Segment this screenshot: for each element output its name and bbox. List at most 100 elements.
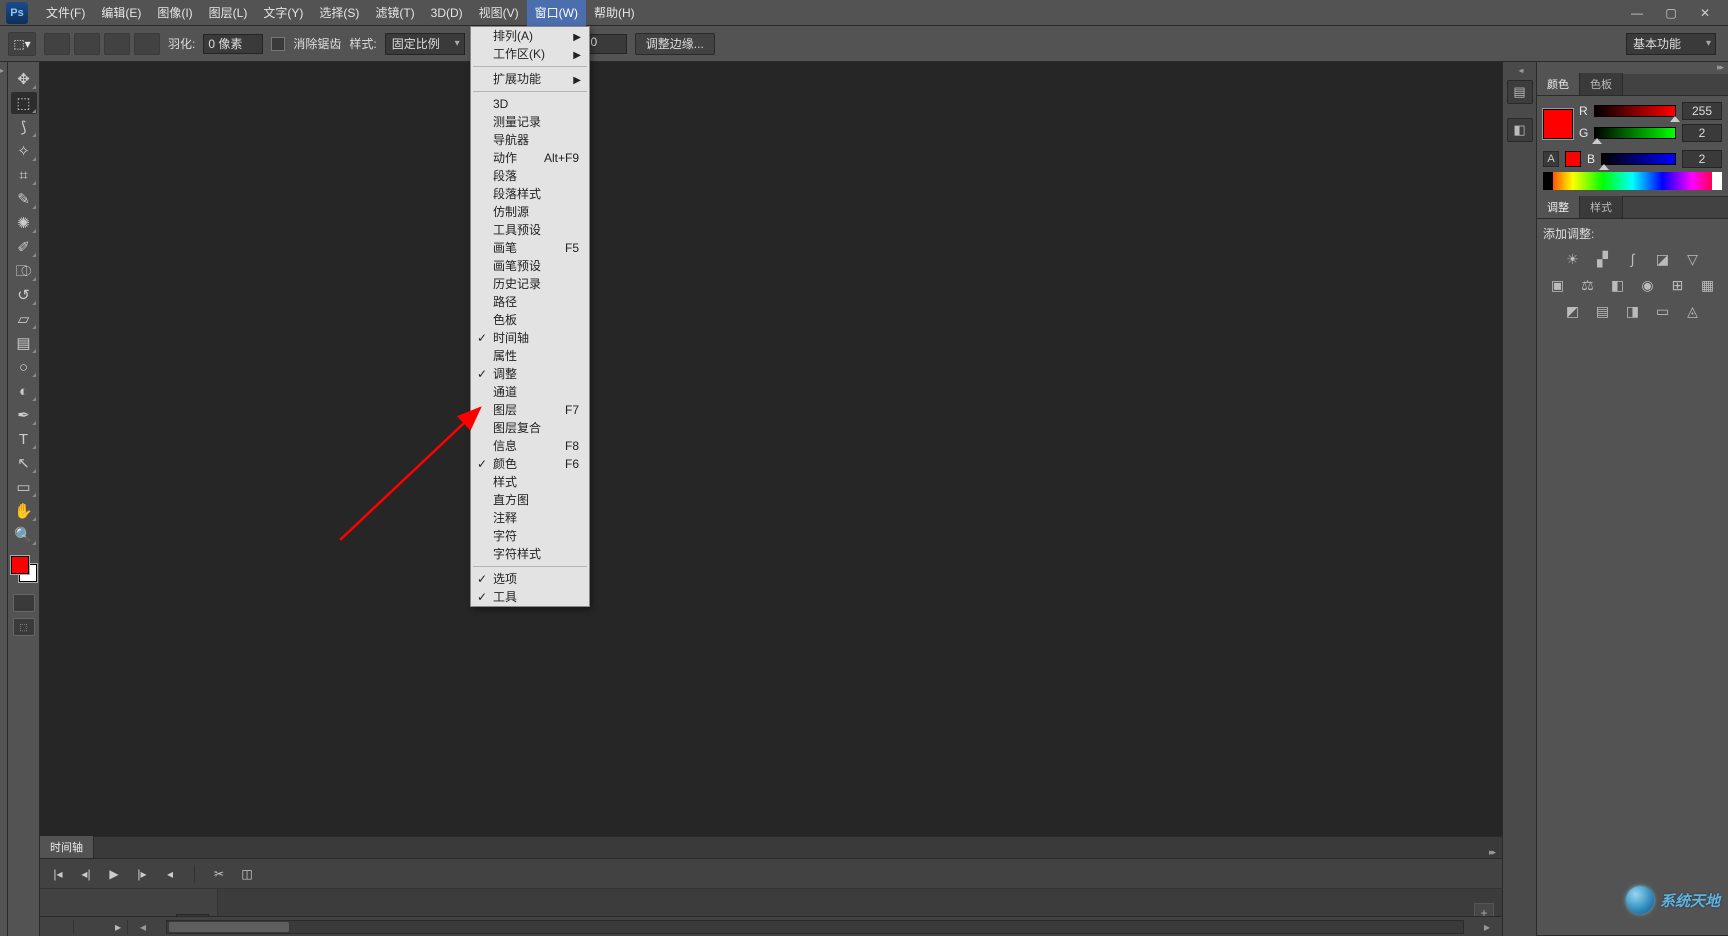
gradient-map-icon[interactable]: ▭	[1653, 302, 1673, 320]
workspace-select[interactable]: 基本功能	[1626, 33, 1716, 55]
curves-icon[interactable]: ∫	[1623, 250, 1643, 268]
crop-tool[interactable]: ⌗	[11, 164, 37, 186]
style-select[interactable]: 固定比例	[385, 33, 465, 55]
menuitem-调整[interactable]: 调整✓	[471, 365, 589, 383]
adjustments-tab[interactable]: 调整	[1537, 196, 1580, 218]
levels-icon[interactable]: ▞	[1593, 250, 1613, 268]
color-spectrum[interactable]	[1543, 172, 1722, 190]
mode-add-button[interactable]	[74, 33, 100, 55]
first-frame-button[interactable]: |◂	[50, 867, 66, 881]
menuitem-信息[interactable]: 信息F8	[471, 437, 589, 455]
menuitem-测量记录[interactable]: 测量记录	[471, 113, 589, 131]
bw-icon[interactable]: ◧	[1608, 276, 1628, 294]
toolbox-collapse-handle[interactable]	[0, 62, 8, 936]
menuitem-路径[interactable]: 路径	[471, 293, 589, 311]
menu-滤镜(T)[interactable]: 滤镜(T)	[367, 0, 422, 26]
menuitem-样式[interactable]: 样式	[471, 473, 589, 491]
mode-intersect-button[interactable]	[134, 33, 160, 55]
menuitem-图层复合[interactable]: 图层复合	[471, 419, 589, 437]
menuitem-画笔预设[interactable]: 画笔预设	[471, 257, 589, 275]
menuitem-工具预设[interactable]: 工具预设	[471, 221, 589, 239]
history-brush-tool[interactable]: ↺	[11, 284, 37, 306]
menu-图像(I)[interactable]: 图像(I)	[149, 0, 200, 26]
menuitem-画笔[interactable]: 画笔F5	[471, 239, 589, 257]
play-button[interactable]: ▶	[106, 867, 122, 881]
dodge-tool[interactable]: ◐	[11, 380, 37, 402]
type-color-swatch[interactable]	[1565, 151, 1581, 167]
scroll-left-button[interactable]: ◂	[136, 920, 150, 934]
color-tab[interactable]: 颜色	[1537, 73, 1580, 95]
maximize-button[interactable]: ▢	[1660, 6, 1682, 20]
styles-tab[interactable]: 样式	[1580, 196, 1623, 218]
g-slider[interactable]	[1594, 127, 1676, 139]
type-tool[interactable]: T	[11, 428, 37, 450]
zoom-tool[interactable]: 🔍	[11, 524, 37, 546]
foreground-color-swatch[interactable]	[1543, 109, 1573, 139]
path-select-tool[interactable]: ↖	[11, 452, 37, 474]
threshold-icon[interactable]: ◨	[1623, 302, 1643, 320]
minimize-button[interactable]: —	[1626, 6, 1648, 20]
blur-tool[interactable]: ○	[11, 356, 37, 378]
brightness-icon[interactable]: ☀	[1563, 250, 1583, 268]
next-frame-button[interactable]: |▸	[134, 867, 150, 881]
menuitem-段落样式[interactable]: 段落样式	[471, 185, 589, 203]
properties-dock-icon[interactable]: ◧	[1507, 118, 1533, 142]
mode-subtract-button[interactable]	[104, 33, 130, 55]
menuitem-选项[interactable]: 选项✓	[471, 570, 589, 588]
timeline-collapse-handle[interactable]: ▸▸	[1481, 847, 1502, 858]
eyedropper-tool[interactable]: ✎	[11, 188, 37, 210]
menuitem-字符样式[interactable]: 字符样式	[471, 545, 589, 563]
timeline-tab[interactable]: 时间轴	[40, 836, 94, 858]
lookup-icon[interactable]: ▦	[1698, 276, 1718, 294]
menuitem-色板[interactable]: 色板	[471, 311, 589, 329]
antialias-checkbox[interactable]	[271, 37, 285, 51]
balance-icon[interactable]: ⚖	[1578, 276, 1598, 294]
exposure-icon[interactable]: ◪	[1653, 250, 1673, 268]
menuitem-字符[interactable]: 字符	[471, 527, 589, 545]
shape-tool[interactable]: ▭	[11, 476, 37, 498]
menuitem-历史记录[interactable]: 历史记录	[471, 275, 589, 293]
menuitem-排列(A)[interactable]: 排列(A)▶	[471, 27, 589, 45]
invert-icon[interactable]: ◩	[1563, 302, 1583, 320]
channel-mixer-icon[interactable]: ⊞	[1668, 276, 1688, 294]
pen-tool[interactable]: ✒	[11, 404, 37, 426]
menu-文件(F)[interactable]: 文件(F)	[38, 0, 93, 26]
menu-视图(V)[interactable]: 视图(V)	[471, 0, 527, 26]
hue-icon[interactable]: ▣	[1548, 276, 1568, 294]
type-color-icon[interactable]: A	[1543, 151, 1559, 167]
menu-3D(D)[interactable]: 3D(D)	[423, 0, 471, 26]
r-slider[interactable]	[1594, 105, 1676, 117]
lasso-tool[interactable]: ⟆	[11, 116, 37, 138]
screenmode-button[interactable]: ⬚	[13, 618, 35, 636]
color-swatches[interactable]	[11, 556, 37, 582]
menu-图层(L)[interactable]: 图层(L)	[201, 0, 256, 26]
quickmask-button[interactable]	[13, 594, 35, 612]
magic-wand-tool[interactable]: ✧	[11, 140, 37, 162]
menu-文字(Y)[interactable]: 文字(Y)	[255, 0, 311, 26]
gradient-tool[interactable]: ▤	[11, 332, 37, 354]
menuitem-动作[interactable]: 动作Alt+F9	[471, 149, 589, 167]
photo-filter-icon[interactable]: ◉	[1638, 276, 1658, 294]
eraser-tool[interactable]: ▱	[11, 308, 37, 330]
menuitem-注释[interactable]: 注释	[471, 509, 589, 527]
last-frame-button[interactable]: ◂	[162, 867, 178, 881]
menuitem-工作区(K)[interactable]: 工作区(K)▶	[471, 45, 589, 63]
hand-tool[interactable]: ✋	[11, 500, 37, 522]
posterize-icon[interactable]: ▤	[1593, 302, 1613, 320]
mode-new-button[interactable]	[44, 33, 70, 55]
vibrance-icon[interactable]: ▽	[1683, 250, 1703, 268]
prev-frame-button[interactable]: ◂|	[78, 867, 94, 881]
menuitem-直方图[interactable]: 直方图	[471, 491, 589, 509]
b-value[interactable]: 2	[1682, 150, 1722, 168]
menuitem-颜色[interactable]: 颜色✓F6	[471, 455, 589, 473]
move-tool[interactable]: ✥	[11, 68, 37, 90]
r-value[interactable]: 255	[1682, 102, 1722, 120]
stamp-tool[interactable]: ⎄	[11, 260, 37, 282]
menuitem-图层[interactable]: 图层F7	[471, 401, 589, 419]
scroll-right-button[interactable]: ▸	[1480, 920, 1494, 934]
menuitem-时间轴[interactable]: 时间轴✓	[471, 329, 589, 347]
horizontal-scrollbar[interactable]	[166, 920, 1464, 934]
menuitem-仿制源[interactable]: 仿制源	[471, 203, 589, 221]
history-dock-icon[interactable]: ▤	[1507, 80, 1533, 104]
menu-编辑(E)[interactable]: 编辑(E)	[93, 0, 149, 26]
